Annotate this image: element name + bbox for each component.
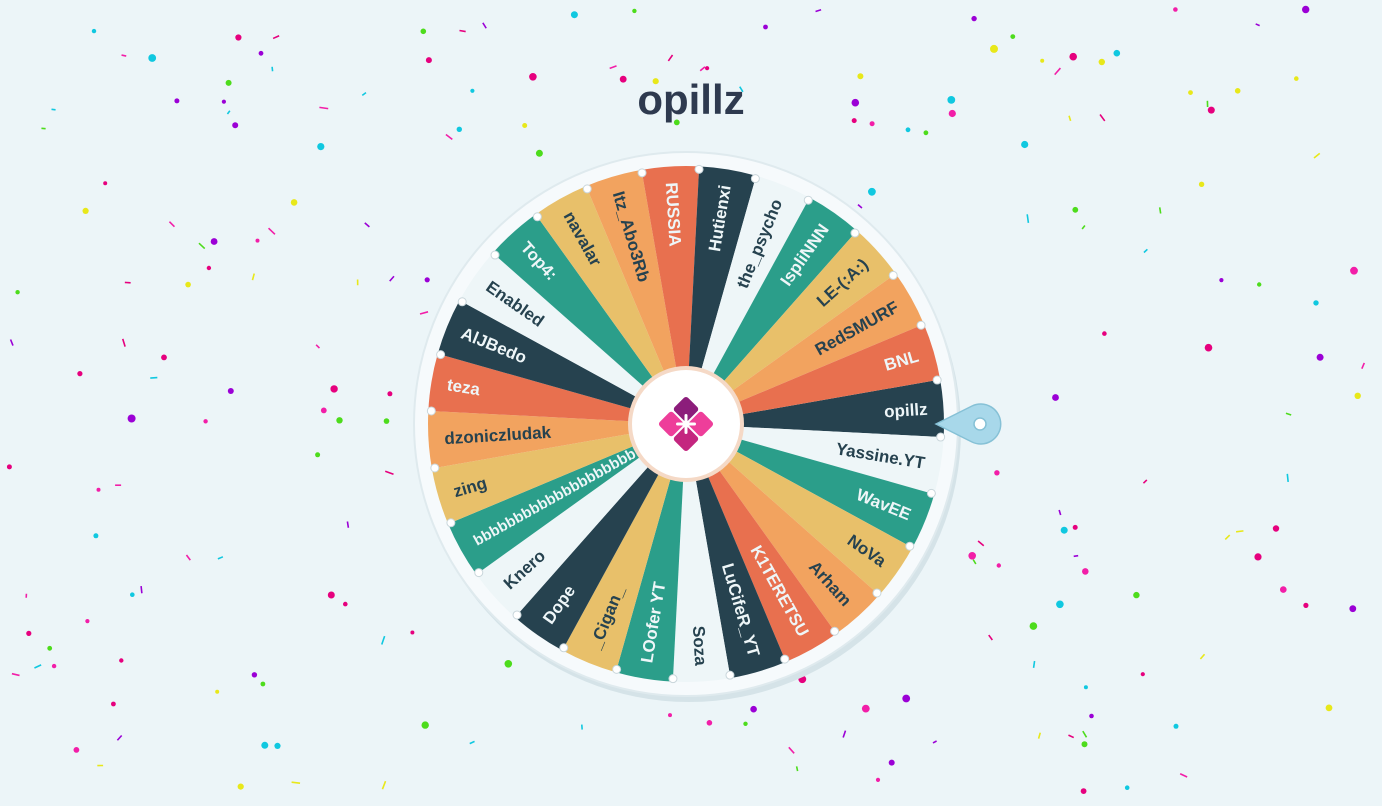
wheel-segment-label: RUSSIA [662,182,685,247]
wheel-peg [612,664,622,674]
wheel-peg [725,670,735,680]
wheel-peg [830,626,840,636]
wheel-peg [932,375,942,385]
wheel-peg [512,610,522,620]
wheel-peg [474,568,484,578]
wheel-segment-label: opillz [884,400,929,422]
wheel-pointer-pin [973,417,987,431]
wheel-peg [872,588,882,598]
wheel-peg [926,488,936,498]
wheel-peg [490,250,500,260]
wheel-peg [668,674,678,684]
wheel-peg [426,406,436,416]
wheel-peg [436,350,446,360]
wheel-peg [916,320,926,330]
wheel-segment-label: Soza [689,625,710,666]
wheel-hub[interactable] [628,366,744,482]
wheel-peg [803,195,813,205]
wheel-peg [850,228,860,238]
wheel-peg [750,174,760,184]
wheel-of-names[interactable]: opillzYassine.YTWavEENoVaArhamK1TERETSUL… [0,0,1382,806]
wheel-peg [888,270,898,280]
wheel-peg [532,212,542,222]
wheel-peg [780,654,790,664]
wheel-peg [446,518,456,528]
wheel-peg [936,432,946,442]
wheel-peg [637,168,647,178]
wheel-peg [430,463,440,473]
wheel-peg [694,164,704,174]
spinner-page: opillz opillz Yassine.YT WavEE NoVa Arham K1T… [0,0,1382,806]
wheel-peg [582,184,592,194]
wheel-peg [559,643,569,653]
wheel-peg [457,297,467,307]
wheel-peg [905,541,915,551]
